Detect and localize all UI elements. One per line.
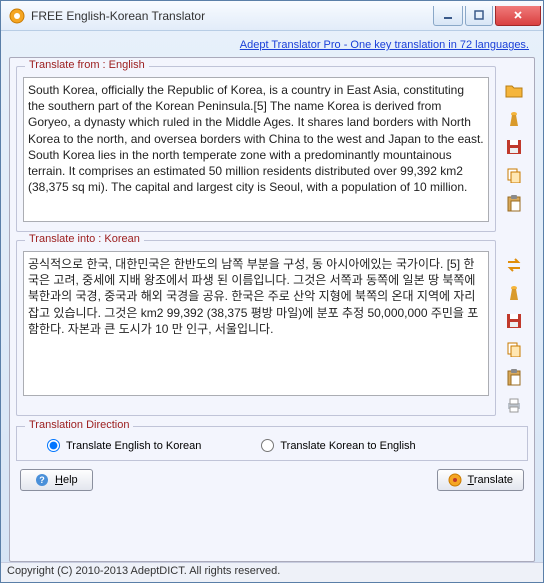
paste-target-icon[interactable] — [503, 366, 525, 388]
translate-icon — [448, 473, 462, 487]
translate-button[interactable]: Translate — [437, 469, 524, 491]
source-group-wrap: Translate from : English — [16, 66, 528, 232]
swap-icon[interactable] — [503, 254, 525, 276]
help-button[interactable]: ? Help — [20, 469, 93, 491]
help-button-label: Help — [55, 474, 78, 486]
window-buttons — [433, 6, 543, 26]
statusbar: Copyright (C) 2010-2013 AdeptDICT. All r… — [1, 562, 543, 582]
promo-link-row: Adept Translator Pro - One key translati… — [9, 37, 535, 57]
maximize-button[interactable] — [465, 6, 493, 26]
titlebar: FREE English-Korean Translator — [1, 1, 543, 31]
window-title: FREE English-Korean Translator — [31, 9, 205, 23]
radio-ko-to-en-input[interactable] — [261, 439, 274, 452]
app-window: FREE English-Korean Translator Adept Tra… — [0, 0, 544, 583]
client-area: Adept Translator Pro - One key translati… — [1, 31, 543, 562]
target-group: Translate into : Korean — [16, 240, 496, 416]
svg-text:?: ? — [39, 475, 45, 485]
direction-label: Translation Direction — [25, 419, 133, 431]
target-textarea[interactable] — [23, 251, 489, 396]
direction-group: Translation Direction Translate English … — [16, 426, 528, 461]
print-icon[interactable] — [503, 394, 525, 416]
translate-button-label: Translate — [468, 474, 513, 486]
open-file-icon[interactable] — [503, 80, 525, 102]
radio-en-to-ko-label: Translate English to Korean — [66, 440, 201, 452]
save-icon[interactable] — [503, 136, 525, 158]
radio-ko-to-en[interactable]: Translate Korean to English — [261, 439, 415, 452]
radio-en-to-ko[interactable]: Translate English to Korean — [47, 439, 201, 452]
target-toolbar — [500, 240, 528, 416]
source-textarea[interactable] — [23, 77, 489, 222]
clear-target-icon[interactable] — [503, 282, 525, 304]
minimize-button[interactable] — [433, 6, 463, 26]
app-icon — [9, 8, 25, 24]
radio-en-to-ko-input[interactable] — [47, 439, 60, 452]
radio-ko-to-en-label: Translate Korean to English — [280, 440, 415, 452]
help-icon: ? — [35, 473, 49, 487]
source-group: Translate from : English — [16, 66, 496, 232]
close-button[interactable] — [495, 6, 541, 26]
target-group-wrap: Translate into : Korean — [16, 240, 528, 416]
copy-target-icon[interactable] — [503, 338, 525, 360]
promo-link[interactable]: Adept Translator Pro - One key translati… — [240, 39, 529, 51]
bottom-row: ? Help Translate — [16, 461, 528, 497]
save-target-icon[interactable] — [503, 310, 525, 332]
paste-icon[interactable] — [503, 192, 525, 214]
main-panel: Translate from : English Translate into … — [9, 57, 535, 562]
source-toolbar — [500, 66, 528, 232]
target-label: Translate into : Korean — [25, 233, 144, 245]
clear-icon[interactable] — [503, 108, 525, 130]
source-label: Translate from : English — [25, 59, 149, 71]
copy-icon[interactable] — [503, 164, 525, 186]
